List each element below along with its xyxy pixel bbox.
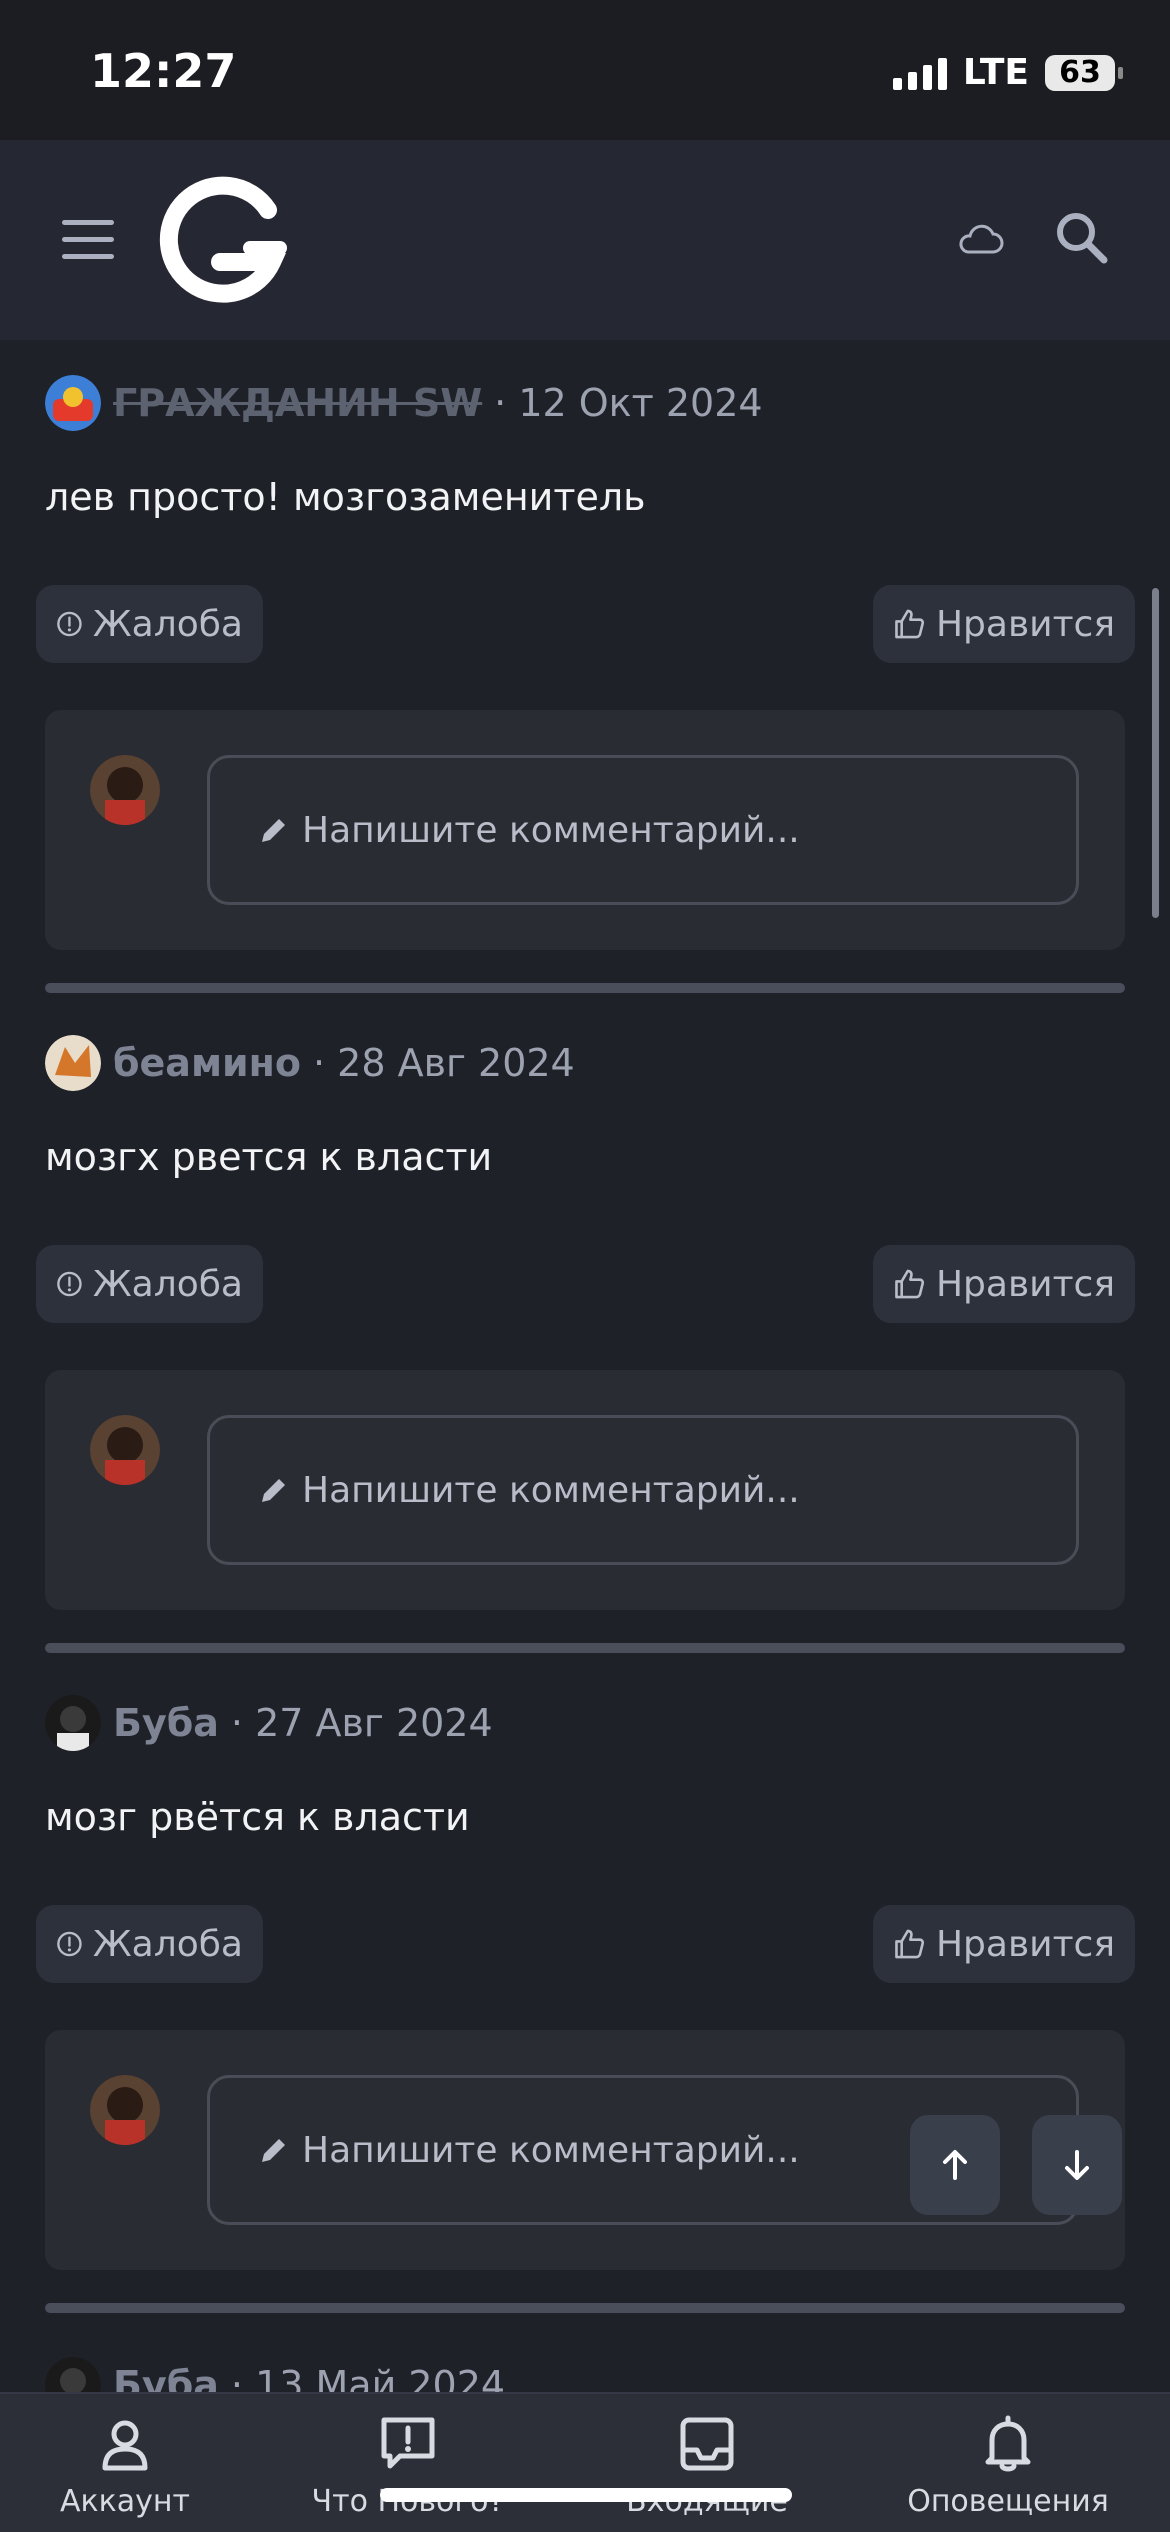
- arrow-down-icon: [1065, 2150, 1089, 2180]
- post-divider: [45, 983, 1125, 993]
- thumbs-up-icon: [895, 609, 925, 639]
- arrow-up-icon: [943, 2150, 967, 2180]
- report-button[interactable]: Жалоба: [36, 1245, 263, 1323]
- comment-box: Напишите комментарий...: [45, 1370, 1125, 1610]
- post-card: ГРАЖДАНИН SW · 12 Окт 2024 лев просто! м…: [0, 355, 1170, 1015]
- avatar: [90, 755, 160, 825]
- post-text: мозгх рвется к власти: [45, 1135, 493, 1179]
- report-button[interactable]: Жалоба: [36, 1905, 263, 1983]
- network-label: LTE: [962, 52, 1029, 93]
- alert-message-icon: [381, 2417, 435, 2469]
- like-label: Нравится: [935, 1263, 1115, 1305]
- report-label: Жалоба: [92, 603, 243, 645]
- app-header: [0, 140, 1170, 340]
- tab-label: Аккаунт: [60, 2484, 190, 2519]
- inbox-icon: [680, 2417, 734, 2471]
- comment-placeholder: Напишите комментарий...: [302, 809, 800, 851]
- tab-whats-new[interactable]: Что Нового?: [298, 2414, 518, 2519]
- post-date: · 28 Авг 2024: [313, 1041, 575, 1085]
- comment-input[interactable]: Напишите комментарий...: [207, 1415, 1079, 1565]
- scroll-down-button[interactable]: [1032, 2115, 1122, 2215]
- post-card: Буба · 13 Май 2024: [0, 2335, 1170, 2392]
- post-meta: ГРАЖДАНИН SW · 12 Окт 2024: [45, 375, 763, 431]
- alert-circle-icon: [57, 1271, 82, 1297]
- post-author[interactable]: ГРАЖДАНИН SW: [113, 381, 482, 425]
- report-button[interactable]: Жалоба: [36, 585, 263, 663]
- tab-inbox[interactable]: Входящие: [597, 2414, 817, 2519]
- avatar: [90, 1415, 160, 1485]
- avatar[interactable]: [45, 375, 101, 431]
- post-text: мозг рвётся к власти: [45, 1795, 470, 1839]
- report-label: Жалоба: [92, 1263, 243, 1305]
- post-date: · 13 Май 2024: [230, 2363, 506, 2392]
- post-author[interactable]: беамино: [113, 1041, 301, 1085]
- avatar[interactable]: [45, 1035, 101, 1091]
- cloud-icon[interactable]: [955, 218, 1005, 262]
- post-card: беамино · 28 Авг 2024 мозгх рвется к вла…: [0, 1015, 1170, 1675]
- like-label: Нравится: [935, 1923, 1115, 1965]
- like-button[interactable]: Нравится: [873, 1245, 1135, 1323]
- alert-circle-icon: [57, 1931, 82, 1957]
- post-date: · 12 Окт 2024: [494, 381, 763, 425]
- bottom-tab-bar: Аккаунт Что Нового? Входящие Оповещения: [0, 2392, 1170, 2532]
- post-meta: беамино · 28 Авг 2024: [45, 1035, 575, 1091]
- post-divider: [45, 1643, 1125, 1653]
- avatar[interactable]: [45, 1695, 101, 1751]
- avatar: [90, 2075, 160, 2145]
- post-date: · 27 Авг 2024: [230, 1701, 493, 1745]
- tab-account[interactable]: Аккаунт: [15, 2414, 235, 2519]
- thumbs-up-icon: [895, 1929, 925, 1959]
- home-indicator[interactable]: [380, 2488, 792, 2502]
- post-card: Буба · 27 Авг 2024 мозг рвётся к власти …: [0, 1675, 1170, 2335]
- alert-circle-icon: [57, 611, 82, 637]
- site-logo[interactable]: [150, 170, 290, 310]
- like-button[interactable]: Нравится: [873, 1905, 1135, 1983]
- comment-input[interactable]: Напишите комментарий...: [207, 755, 1079, 905]
- status-indicators: LTE 63: [892, 52, 1123, 93]
- avatar[interactable]: [45, 2357, 101, 2392]
- pencil-icon: [262, 819, 285, 842]
- signal-icon: [892, 56, 947, 90]
- like-label: Нравится: [935, 603, 1115, 645]
- post-divider: [45, 2303, 1125, 2313]
- thumbs-up-icon: [895, 1269, 925, 1299]
- bell-icon: [985, 2415, 1031, 2472]
- post-author[interactable]: Буба: [113, 2363, 219, 2392]
- comment-placeholder: Напишите комментарий...: [302, 1469, 800, 1511]
- like-button[interactable]: Нравится: [873, 585, 1135, 663]
- pencil-icon: [262, 1479, 285, 1502]
- tab-label: Оповещения: [907, 2484, 1109, 2519]
- status-time: 12:27: [90, 44, 237, 98]
- battery-icon: 63: [1045, 54, 1123, 91]
- scroll-up-button[interactable]: [910, 2115, 1000, 2215]
- comment-placeholder: Напишите комментарий...: [302, 2129, 800, 2171]
- post-meta: Буба · 27 Авг 2024: [45, 1695, 493, 1751]
- status-bar: 12:27 LTE 63: [0, 0, 1170, 140]
- post-author[interactable]: Буба: [113, 1701, 219, 1745]
- pencil-icon: [262, 2139, 285, 2162]
- user-icon: [102, 2420, 148, 2471]
- battery-level: 63: [1059, 55, 1101, 90]
- tab-notifications[interactable]: Оповещения: [898, 2414, 1118, 2519]
- report-label: Жалоба: [92, 1923, 243, 1965]
- search-icon[interactable]: [1054, 210, 1110, 266]
- menu-icon[interactable]: [62, 220, 114, 260]
- comment-box: Напишите комментарий...: [45, 710, 1125, 950]
- post-meta: Буба · 13 Май 2024: [45, 2357, 505, 2392]
- post-text: лев просто! мозгозаменитель: [45, 475, 646, 519]
